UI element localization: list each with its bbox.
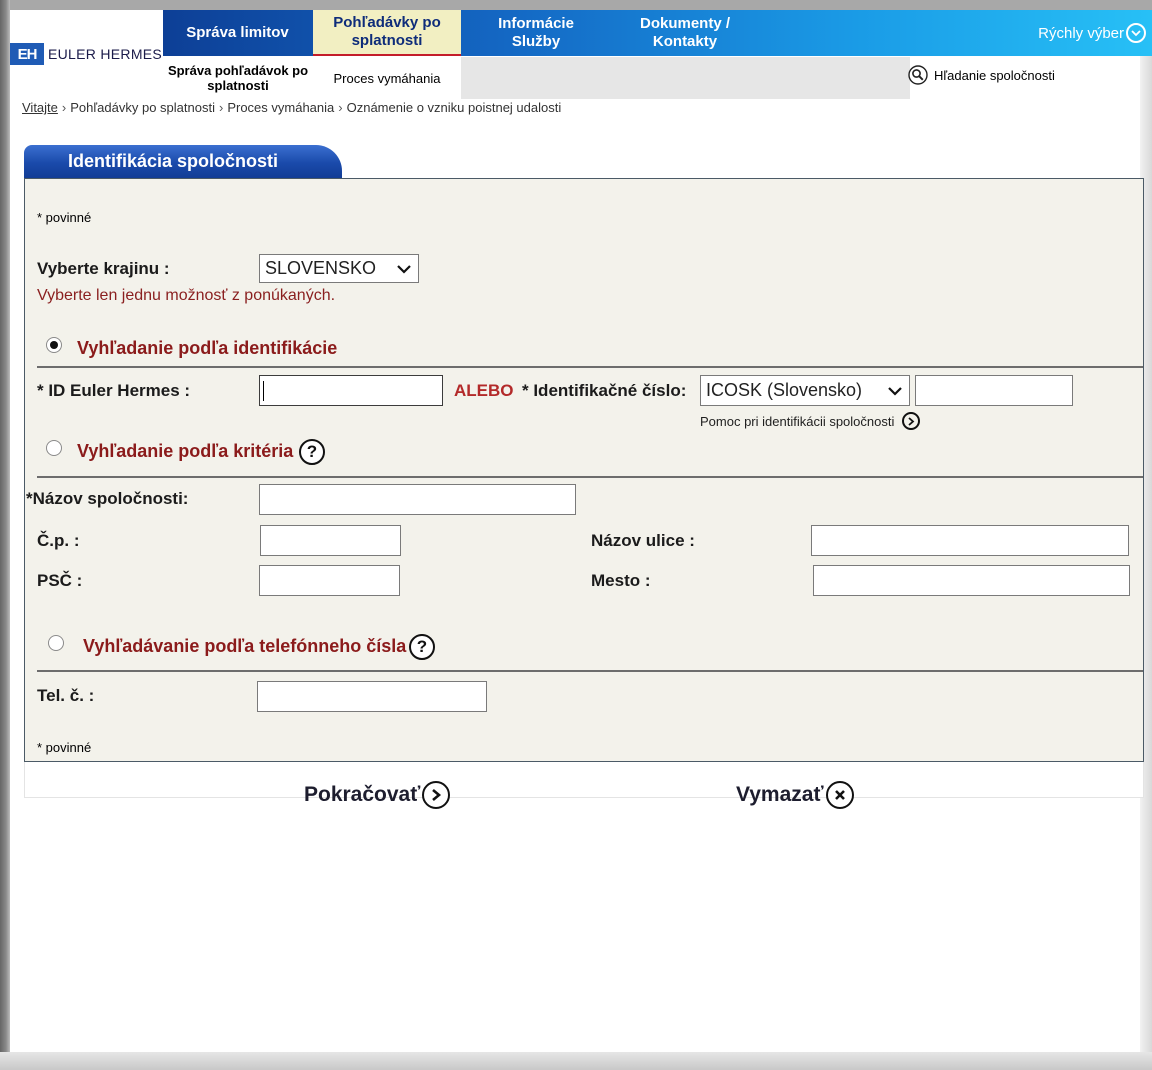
- company-name-input[interactable]: [259, 484, 576, 515]
- ident-type-select[interactable]: ICOSK (Slovensko): [700, 375, 910, 406]
- nav-item-label: Informácie Služby: [498, 15, 574, 50]
- subnav-item-label: Správa pohľadávok po splatnosti: [167, 63, 309, 93]
- chevron-down-icon: [1126, 23, 1146, 43]
- eh-id-label: * ID Euler Hermes :: [37, 381, 191, 400]
- house-number-input[interactable]: [260, 525, 401, 556]
- company-search-label: Hľadanie spoločnosti: [934, 67, 1055, 83]
- window-left-border: [0, 0, 10, 1070]
- breadcrumb-item: Proces vymáhania: [227, 100, 335, 115]
- subnav-item-recovery-process[interactable]: Proces vymáhania: [313, 57, 461, 99]
- eh-id-input[interactable]: [259, 375, 443, 406]
- company-name-label-text: Názov spoločnosti:: [32, 489, 189, 508]
- country-selected-value: SLOVENSKO: [265, 258, 377, 278]
- country-label: Vyberte krajinu :: [37, 259, 170, 278]
- city-input[interactable]: [813, 565, 1130, 596]
- or-label: ALEBO: [454, 381, 514, 400]
- search-by-id-title: Vyhľadanie podľa identifikácie: [77, 338, 338, 358]
- nav-item-limit-management[interactable]: Správa limitov: [163, 10, 312, 56]
- search-by-phone-radio[interactable]: [48, 635, 64, 651]
- logo-mark: EH: [10, 43, 44, 65]
- help-icon[interactable]: ?: [409, 634, 435, 660]
- breadcrumb-home-link[interactable]: Vitajte: [22, 100, 58, 115]
- identification-help-label: Pomoc pri identifikácii spoločnosti: [700, 413, 895, 429]
- search-by-criteria-radio[interactable]: [46, 440, 62, 456]
- country-hint: Vyberte len jednu možnosť z ponúkaných.: [37, 287, 336, 304]
- city-label: Mesto :: [591, 571, 651, 590]
- continue-label: Pokračovať: [304, 783, 421, 806]
- help-icon[interactable]: ?: [299, 439, 325, 465]
- brand-logo[interactable]: EH EULER HERMES: [10, 42, 162, 66]
- subnav-item-label: Proces vymáhania: [333, 70, 441, 86]
- section-divider: [37, 366, 1143, 368]
- breadcrumb-separator: ›: [218, 100, 224, 115]
- breadcrumb-separator: ›: [338, 100, 343, 115]
- chevron-down-icon: [397, 264, 411, 274]
- country-select[interactable]: SLOVENSKO: [259, 254, 419, 283]
- text-cursor: [263, 381, 264, 401]
- sub-nav: Správa pohľadávok po splatnosti Proces v…: [163, 57, 910, 99]
- window-bottom-border: [0, 1052, 1152, 1070]
- nav-item-label: Správa limitov: [186, 24, 289, 41]
- company-identification-panel: * povinné Vyberte krajinu : SLOVENSKO Vy…: [24, 178, 1144, 762]
- section-divider: [37, 670, 1143, 672]
- ident-type-selected-value: ICOSK (Slovensko): [706, 380, 863, 400]
- company-name-label: *Názov spoločnosti:: [26, 489, 189, 508]
- panel-tab-title: Identifikácia spoločnosti: [68, 151, 279, 171]
- identification-help-link[interactable]: Pomoc pri identifikácii spoločnosti: [700, 412, 921, 430]
- quick-select-menu[interactable]: Rýchly výber: [1038, 10, 1146, 56]
- phone-number-label: Tel. č. :: [37, 686, 95, 705]
- breadcrumb-separator: ›: [61, 100, 67, 115]
- nav-item-documents-contacts[interactable]: Dokumenty / Kontakty: [613, 10, 757, 56]
- panel-tab-company-identification: Identifikácia spoločnosti: [24, 145, 342, 178]
- company-search-link[interactable]: Hľadanie spoločnosti: [908, 62, 1055, 88]
- window-top-border: [0, 0, 1152, 10]
- magnifier-icon: [908, 65, 928, 85]
- breadcrumb-item: Pohľadávky po splatnosti: [70, 100, 215, 115]
- search-by-phone-title: Vyhľadávanie podľa telefónneho čísla: [83, 636, 407, 656]
- subnav-item-receivables-management[interactable]: Správa pohľadávok po splatnosti: [163, 57, 313, 99]
- ident-number-label: * Identifikačné číslo:: [522, 381, 687, 400]
- ident-number-input[interactable]: [915, 375, 1073, 406]
- chevron-right-icon: [422, 781, 451, 809]
- actions-bar: [24, 762, 1144, 798]
- phone-number-input[interactable]: [257, 681, 487, 712]
- search-by-criteria-title: Vyhľadanie podľa kritéria: [77, 441, 294, 461]
- breadcrumb-current: Oznámenie o vzniku poistnej udalosti: [346, 100, 562, 115]
- house-number-label: Č.p. :: [37, 531, 80, 550]
- quick-select-label: Rýchly výber: [1038, 24, 1124, 42]
- required-note-top: * povinné: [37, 210, 92, 225]
- nav-item-information-services[interactable]: Informácie Služby: [481, 10, 591, 56]
- chevron-down-icon: [888, 386, 902, 396]
- chevron-right-icon: [902, 412, 921, 430]
- breadcrumb: Vitajte › Pohľadávky po splatnosti › Proces …: [22, 100, 561, 115]
- brand-name: EULER HERMES: [48, 46, 163, 62]
- continue-button[interactable]: Pokračovať: [304, 781, 451, 809]
- street-name-label: Názov ulice :: [591, 531, 695, 550]
- required-note-bottom: * povinné: [37, 740, 92, 755]
- close-icon: [825, 781, 854, 809]
- nav-item-label: Dokumenty / Kontakty: [639, 15, 730, 50]
- nav-item-label: Pohľadávky po splatnosti: [333, 14, 441, 49]
- clear-button[interactable]: Vymazať: [736, 781, 854, 809]
- clear-label: Vymazať: [736, 783, 824, 806]
- radio-selected-dot: [50, 341, 58, 349]
- street-name-input[interactable]: [811, 525, 1129, 556]
- search-by-id-radio[interactable]: [46, 337, 62, 353]
- section-divider: [37, 476, 1143, 478]
- zip-code-label: PSČ :: [37, 571, 83, 590]
- nav-item-overdue-receivables[interactable]: Pohľadávky po splatnosti: [313, 10, 461, 56]
- main-nav: Správa limitov Pohľadávky po splatnosti …: [163, 10, 1152, 56]
- zip-code-input[interactable]: [259, 565, 400, 596]
